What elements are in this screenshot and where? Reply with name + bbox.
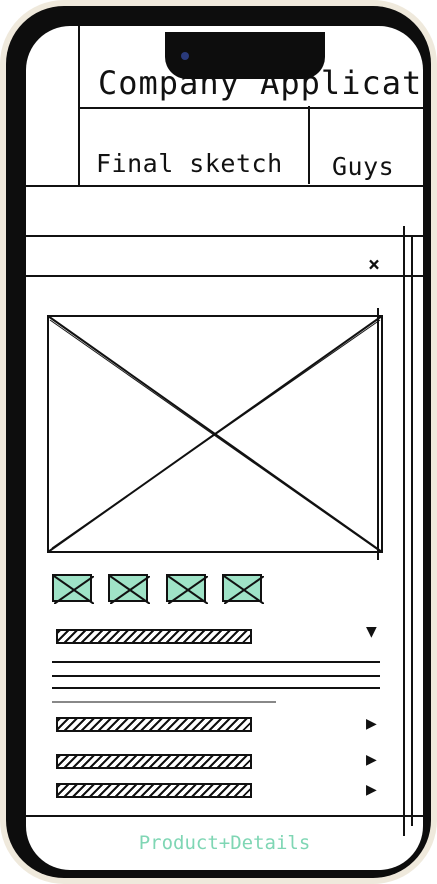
chevron-right-icon[interactable]: ▶ [366,716,377,732]
phone-frame: Company Application Final sketch Guys × … [0,0,437,884]
chevron-right-icon[interactable]: ▶ [366,782,377,798]
notch [165,32,325,79]
chevron-down-icon[interactable]: ▼ [366,624,377,640]
thumbnail-2[interactable] [108,574,150,604]
phone-bezel: Company Application Final sketch Guys × … [6,6,431,878]
camera-dot [181,52,189,60]
screen: Company Application Final sketch Guys × … [26,26,423,870]
option-row-3[interactable] [56,783,252,798]
chevron-right-icon[interactable]: ▶ [366,752,377,768]
thumbnail-4[interactable] [222,574,264,604]
thumbnail-1[interactable] [52,574,94,604]
option-dropdown[interactable] [56,629,252,644]
wireframe-lines [26,26,423,836]
thumbnail-3[interactable] [166,574,208,604]
option-row-1[interactable] [56,717,252,732]
option-row-2[interactable] [56,754,252,769]
